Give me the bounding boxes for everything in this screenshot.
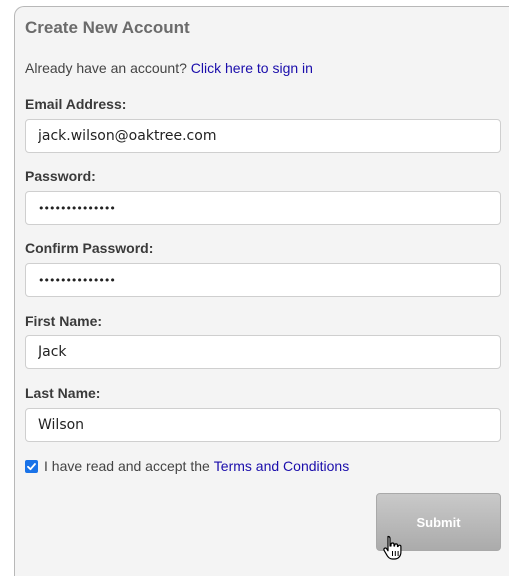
last-name-label: Last Name: — [25, 385, 101, 401]
signin-prompt-text: Already have an account? — [25, 60, 187, 76]
terms-row: I have read and accept the Terms and Con… — [25, 458, 349, 474]
submit-button[interactable]: Submit — [376, 493, 501, 551]
signin-link[interactable]: Click here to sign in — [191, 60, 313, 76]
checkmark-icon — [27, 462, 36, 470]
first-name-field[interactable] — [25, 335, 501, 369]
password-field[interactable] — [25, 191, 501, 225]
page-title: Create New Account — [25, 18, 190, 37]
email-field[interactable] — [25, 119, 501, 153]
create-account-panel: Create New Account Already have an accou… — [14, 6, 509, 576]
first-name-label: First Name: — [25, 313, 103, 329]
terms-link[interactable]: Terms and Conditions — [214, 458, 349, 474]
confirm-password-label: Confirm Password: — [25, 240, 154, 256]
confirm-password-field[interactable] — [25, 263, 501, 297]
last-name-field[interactable] — [25, 408, 501, 442]
signin-prompt: Already have an account? Click here to s… — [25, 60, 313, 76]
email-label: Email Address: — [25, 96, 127, 112]
terms-checkbox[interactable] — [25, 459, 38, 473]
password-label: Password: — [25, 168, 96, 184]
terms-text: I have read and accept the — [44, 458, 210, 474]
